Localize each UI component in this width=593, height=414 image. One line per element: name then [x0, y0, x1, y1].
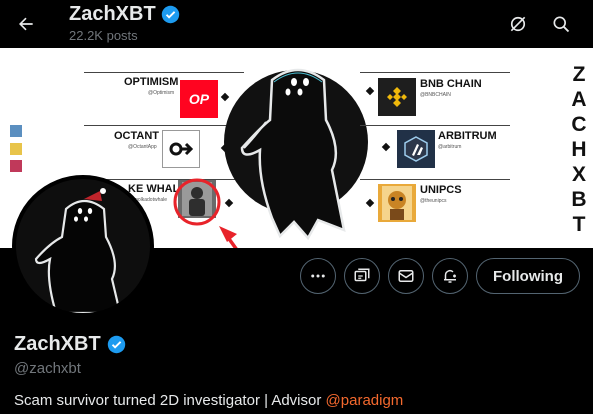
bio-mention-link[interactable]: @paradigm	[326, 392, 404, 409]
connector-line	[84, 125, 244, 126]
brand-letter: C	[571, 113, 587, 136]
brand-letter: T	[572, 213, 586, 236]
partner-name: OPTIMISM	[124, 76, 179, 88]
grok-icon	[510, 16, 526, 32]
partner-handle: @arbitrum	[438, 144, 462, 150]
arrow-left-icon	[19, 17, 33, 31]
message-button[interactable]	[388, 258, 424, 294]
swatch-blue	[10, 125, 22, 137]
partner-name: ARBITRUM	[438, 130, 497, 142]
brand-letter: A	[571, 88, 587, 111]
partner-name: UNIPCS	[420, 184, 462, 196]
octant-logo	[162, 130, 200, 168]
partner-handle: @theunipcs	[420, 198, 447, 204]
search-icon	[553, 16, 570, 33]
following-button[interactable]: Following	[476, 258, 580, 294]
optimism-logo: OP	[180, 80, 218, 118]
brand-letter: X	[571, 163, 586, 186]
connector-line	[360, 179, 510, 180]
connector-line	[84, 72, 244, 73]
back-button[interactable]	[10, 8, 42, 40]
subscribe-button[interactable]	[344, 258, 380, 294]
brand-letter: Z	[572, 63, 586, 86]
swatch-yellow	[10, 143, 22, 155]
partner-handle: @OctantApp	[128, 144, 157, 150]
brand-letter: B	[571, 188, 587, 211]
partner-handle: @Optimism	[148, 90, 175, 96]
profile-name: ZachXBT	[14, 333, 126, 356]
connector-line	[360, 72, 510, 73]
penguin-mascot	[224, 68, 368, 240]
partner-name: BNB CHAIN	[420, 78, 482, 90]
unipcs-logo	[378, 184, 416, 222]
subscribe-icon	[354, 268, 370, 282]
header-name: ZachXBT	[69, 3, 156, 25]
verified-badge-icon	[161, 5, 179, 24]
more-button[interactable]	[300, 258, 336, 294]
profile-username: @zachxbt	[14, 360, 81, 377]
profile-avatar[interactable]	[12, 175, 154, 317]
envelope-icon	[398, 270, 414, 282]
partner-name: OCTANT	[114, 130, 160, 142]
arbitrum-logo	[397, 130, 435, 168]
grok-button[interactable]	[502, 8, 534, 40]
bell-plus-icon	[444, 269, 456, 283]
penguin-avatar-image	[16, 179, 150, 313]
swatch-red	[10, 160, 22, 172]
connector-line	[360, 125, 510, 126]
bnb-chain-logo	[378, 78, 416, 116]
diamond-marker	[381, 142, 391, 152]
partner-handle: @BNBCHAIN	[420, 92, 451, 98]
display-name: ZachXBT	[14, 333, 101, 355]
notifications-button[interactable]	[432, 258, 468, 294]
header-title: ZachXBT	[69, 3, 180, 26]
banner-brand-vertical: Z A C H X B T	[566, 62, 592, 237]
post-count: 22.2K posts	[69, 28, 138, 43]
profile-bio: Scam survivor turned 2D investigator | A…	[14, 392, 403, 409]
bio-text: Scam survivor turned 2D investigator | A…	[14, 392, 326, 409]
verified-badge-icon	[107, 335, 125, 354]
search-button[interactable]	[545, 8, 577, 40]
profile-header-bar: ZachXBT 22.2K posts	[0, 0, 593, 48]
more-dots-icon	[311, 274, 325, 278]
header-title-block: ZachXBT 22.2K posts	[69, 3, 180, 43]
brand-letter: H	[571, 138, 587, 161]
